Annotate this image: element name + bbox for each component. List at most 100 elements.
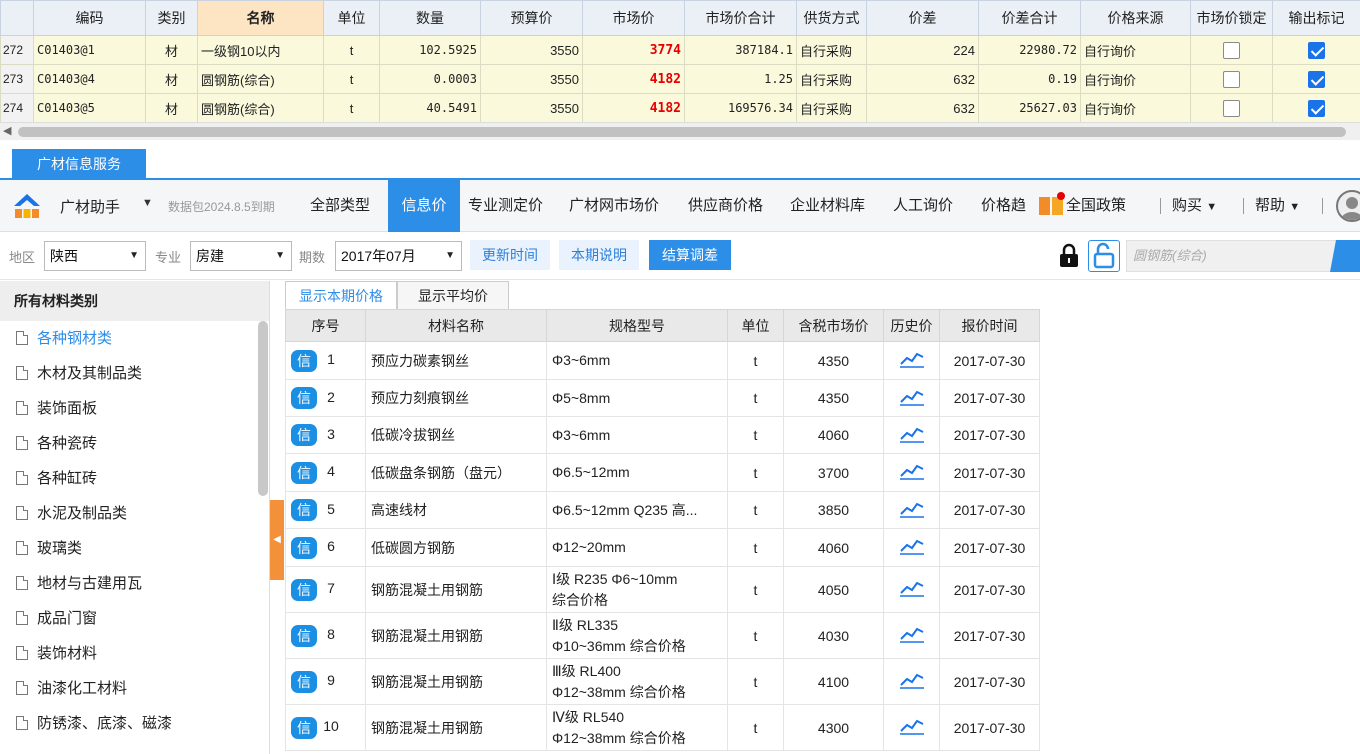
history-chart-icon[interactable] xyxy=(899,350,925,368)
spec-cell[interactable]: Φ3~6mm xyxy=(546,416,728,454)
sidebar-item-steel[interactable]: 各种钢材类 xyxy=(0,321,269,356)
supply-cell[interactable]: 自行采购 xyxy=(796,64,867,94)
price-cell[interactable]: 4350 xyxy=(783,341,884,380)
locked-checkbox[interactable] xyxy=(1223,70,1240,88)
price-cell[interactable]: 4030 xyxy=(783,612,884,659)
material-name-cell[interactable]: 低碳圆方钢筋 xyxy=(365,528,547,567)
material-name-cell[interactable]: 钢筋混凝土用钢筋 xyxy=(365,704,547,751)
assistant-menu[interactable]: 广材助手 xyxy=(60,196,120,217)
spec-cell[interactable]: Ⅱ级 RL335 Φ10~36mm 综合价格 xyxy=(546,612,728,659)
date-cell[interactable]: 2017-07-30 xyxy=(939,491,1040,529)
sidebar-item-tiles[interactable]: 各种瓷砖 xyxy=(0,426,269,461)
tab-info-price[interactable]: 信息价 xyxy=(388,180,460,232)
code-cell[interactable]: C01403@1 xyxy=(33,35,146,65)
date-cell[interactable]: 2017-07-30 xyxy=(939,566,1040,613)
price-cell[interactable]: 4350 xyxy=(783,379,884,417)
table-row[interactable]: 信7 钢筋混凝土用钢筋 Ⅰ级 R235 Φ6~10mm 综合价格 t 4050 2… xyxy=(285,566,1040,613)
spec-cell[interactable]: Φ3~6mm xyxy=(546,341,728,380)
unlock-icon[interactable] xyxy=(1088,240,1120,272)
unit-cell[interactable]: t xyxy=(727,416,784,454)
budget-cell[interactable]: 3550 xyxy=(480,93,583,123)
header-unit[interactable]: 单位 xyxy=(727,309,784,342)
tab-national-policy[interactable]: 全国政策 xyxy=(1066,180,1126,232)
supply-cell[interactable]: 自行采购 xyxy=(796,93,867,123)
sidebar-item-panels[interactable]: 装饰面板 xyxy=(0,391,269,426)
table-row[interactable]: 信6 低碳圆方钢筋 Φ12~20mm t 4060 2017-07-30 xyxy=(285,528,1040,567)
diff-total-cell[interactable]: 0.19 xyxy=(978,64,1081,94)
history-chart-icon[interactable] xyxy=(899,625,925,643)
output-checkbox[interactable] xyxy=(1308,70,1325,88)
horizontal-scrollbar[interactable]: ◀ xyxy=(0,122,1360,140)
history-chart-icon[interactable] xyxy=(899,537,925,555)
material-name-cell[interactable]: 低碳盘条钢筋（盘元） xyxy=(365,453,547,492)
sidebar-item-primer[interactable]: 防锈漆、底漆、磁漆 xyxy=(0,706,269,741)
info-badge[interactable]: 信 xyxy=(291,387,317,409)
grid-header-rownum[interactable] xyxy=(0,0,34,36)
update-time-button[interactable]: 更新时间 xyxy=(470,240,550,270)
table-row[interactable]: 信9 钢筋混凝土用钢筋 Ⅲ级 RL400 Φ12~38mm 综合价格 t 4100… xyxy=(285,658,1040,705)
diff-total-cell[interactable]: 25627.03 xyxy=(978,93,1081,123)
category-cell[interactable]: 材 xyxy=(145,64,198,94)
spec-cell[interactable]: Φ5~8mm xyxy=(546,379,728,417)
table-row[interactable]: 信4 低碳盘条钢筋（盘元） Φ6.5~12mm t 3700 2017-07-3… xyxy=(285,453,1040,492)
dropdown-arrow-icon[interactable]: ▼ xyxy=(142,197,153,209)
material-name-cell[interactable]: 预应力碳素钢丝 xyxy=(365,341,547,380)
price-cell[interactable]: 4300 xyxy=(783,704,884,751)
history-chart-icon[interactable] xyxy=(899,579,925,597)
grid-header-output[interactable]: 输出标记 xyxy=(1272,0,1360,36)
period-note-button[interactable]: 本期说明 xyxy=(559,240,639,270)
tab-manual-inquiry[interactable]: 人工询价 xyxy=(893,180,953,232)
unit-cell[interactable]: t xyxy=(727,491,784,529)
date-cell[interactable]: 2017-07-30 xyxy=(939,416,1040,454)
header-no[interactable]: 序号 xyxy=(285,309,366,342)
unit-cell[interactable]: t xyxy=(727,379,784,417)
collapse-sidebar-icon[interactable]: ◀ xyxy=(270,500,284,580)
info-badge[interactable]: 信 xyxy=(291,349,317,372)
source-cell[interactable]: 自行询价 xyxy=(1080,35,1191,65)
tab-supplier-price[interactable]: 供应商价格 xyxy=(688,180,763,232)
grid-header-name[interactable]: 名称 xyxy=(197,0,324,36)
table-row[interactable]: 信5 高速线材 Φ6.5~12mm Q235 高... t 3850 2017-… xyxy=(285,491,1040,529)
unit-cell[interactable]: t xyxy=(727,453,784,492)
category-cell[interactable]: 材 xyxy=(145,93,198,123)
table-row[interactable]: 信8 钢筋混凝土用钢筋 Ⅱ级 RL335 Φ10~36mm 综合价格 t 4030… xyxy=(285,612,1040,659)
date-cell[interactable]: 2017-07-30 xyxy=(939,658,1040,705)
tab-average-price[interactable]: 显示平均价 xyxy=(397,281,509,310)
budget-cell[interactable]: 3550 xyxy=(480,35,583,65)
buy-menu[interactable]: 购买 ▼ xyxy=(1172,180,1217,232)
scroll-left-icon[interactable]: ◀ xyxy=(3,124,11,137)
name-cell[interactable]: 圆钢筋(综合) xyxy=(197,93,324,123)
sidebar-scrollbar[interactable] xyxy=(258,321,268,496)
unit-cell[interactable]: t xyxy=(323,35,380,65)
qty-cell[interactable]: 102.5925 xyxy=(379,35,481,65)
region-select[interactable]: 陕西 ▼ xyxy=(44,241,146,271)
spec-cell[interactable]: Ⅳ级 RL540 Φ12~38mm 综合价格 xyxy=(546,704,728,751)
tab-all-types[interactable]: 全部类型 xyxy=(310,180,370,232)
grid-header-locked[interactable]: 市场价锁定 xyxy=(1190,0,1273,36)
market-total-cell[interactable]: 1.25 xyxy=(684,64,797,94)
table-row[interactable]: 274 C01403@5 材 圆钢筋(综合) t 40.5491 3550 41… xyxy=(0,93,1360,123)
output-checkbox[interactable] xyxy=(1308,41,1325,59)
sidebar-item-glass[interactable]: 玻璃类 xyxy=(0,531,269,566)
table-row[interactable]: 272 C01403@1 材 一级钢10以内 t 102.5925 3550 3… xyxy=(0,35,1360,65)
date-cell[interactable]: 2017-07-30 xyxy=(939,379,1040,417)
unit-cell[interactable]: t xyxy=(727,566,784,613)
lock-icon[interactable] xyxy=(1058,243,1080,269)
info-badge[interactable]: 信 xyxy=(291,578,317,601)
spec-cell[interactable]: Φ6.5~12mm xyxy=(546,453,728,492)
header-history[interactable]: 历史价 xyxy=(883,309,940,342)
material-search-input[interactable]: 圆钢筋(综合) xyxy=(1126,240,1340,272)
table-row[interactable]: 信2 预应力刻痕钢丝 Φ5~8mm t 4350 2017-07-30 xyxy=(285,379,1040,417)
market-price-cell[interactable]: 3774 xyxy=(582,35,685,65)
info-badge[interactable]: 信 xyxy=(291,716,317,739)
market-total-cell[interactable]: 387184.1 xyxy=(684,35,797,65)
spec-cell[interactable]: Φ12~20mm xyxy=(546,528,728,567)
info-badge[interactable]: 信 xyxy=(291,536,317,559)
specialty-select[interactable]: 房建 ▼ xyxy=(190,241,292,271)
code-cell[interactable]: C01403@5 xyxy=(33,93,146,123)
tab-market-price[interactable]: 广材网市场价 xyxy=(569,180,659,232)
table-row[interactable]: 273 C01403@4 材 圆钢筋(综合) t 0.0003 3550 418… xyxy=(0,64,1360,94)
unit-cell[interactable]: t xyxy=(727,704,784,751)
grid-header-budget[interactable]: 预算价 xyxy=(480,0,583,36)
material-name-cell[interactable]: 钢筋混凝土用钢筋 xyxy=(365,612,547,659)
